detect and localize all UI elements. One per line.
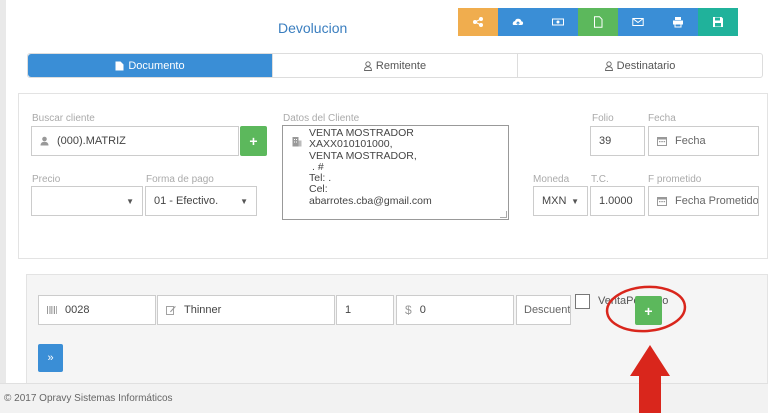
red-arrow-icon <box>630 345 670 413</box>
annotation-overlay <box>605 285 687 413</box>
highlight-circle <box>605 285 687 333</box>
